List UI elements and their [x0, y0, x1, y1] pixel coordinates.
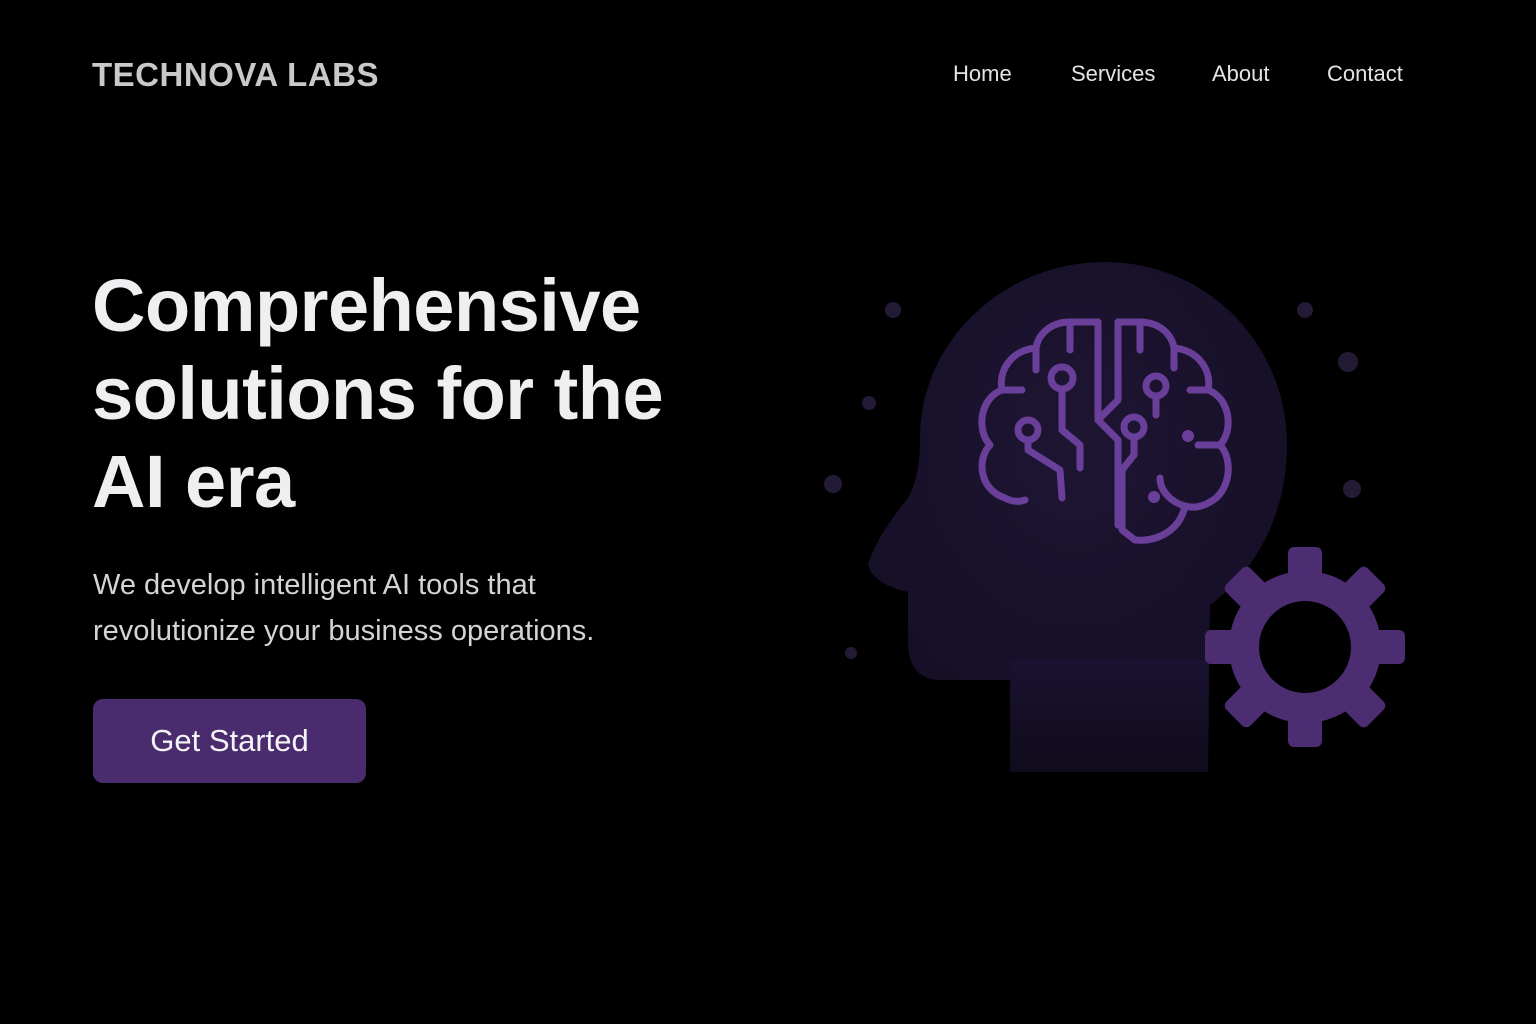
hero-headline: Comprehensive solutions for the AI era: [92, 262, 772, 526]
hero-headline-line: Comprehensive: [92, 264, 641, 347]
hero-headline-line: AI era: [92, 440, 295, 523]
ai-head-illustration: [824, 262, 1405, 772]
main-nav: Home Services About Contact: [0, 60, 1536, 90]
head-silhouette-icon: [868, 262, 1287, 772]
nav-link-home[interactable]: Home: [953, 60, 1012, 88]
hero-subtext: We develop intelligent AI tools that rev…: [93, 562, 733, 654]
get-started-button[interactable]: Get Started: [93, 699, 366, 783]
gear-icon: [1205, 547, 1405, 747]
nav-link-services[interactable]: Services: [1071, 60, 1155, 88]
hero-subtext-line: We develop intelligent AI tools that: [93, 569, 536, 601]
nav-link-about[interactable]: About: [1212, 60, 1270, 88]
hero-subtext-line: revolutionize your business operations.: [93, 615, 595, 647]
hero-headline-line: solutions for the: [92, 352, 664, 435]
nav-link-contact[interactable]: Contact: [1327, 60, 1403, 88]
